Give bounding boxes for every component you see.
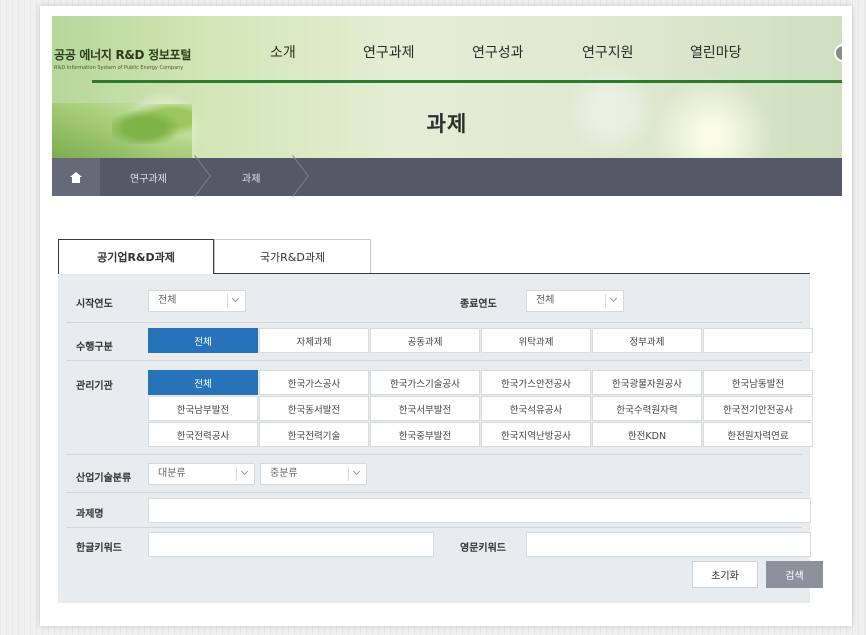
page-title: 과제	[426, 112, 468, 136]
nav-item-open-forum[interactable]: 열린마당	[690, 42, 742, 62]
agency-option[interactable]: 한국서부발전	[370, 396, 480, 421]
reset-button[interactable]: 초기화	[692, 561, 758, 588]
agency-option[interactable]: 한국남동발전	[703, 370, 813, 395]
agency-option[interactable]: 한국중부발전	[370, 422, 480, 447]
chevron-right-icon	[277, 155, 309, 197]
type-option-commissioned[interactable]: 위탁과제	[481, 328, 591, 353]
chevron-down-icon	[227, 294, 245, 308]
row-divider	[66, 492, 802, 493]
site-logo[interactable]: 공공 에너지 R&D 정보포털 R&D Information System o…	[54, 46, 191, 71]
english-keyword-label: 영문키워드	[460, 543, 506, 554]
chevron-down-icon	[236, 467, 254, 481]
industry-major-value: 대분류	[158, 468, 186, 479]
top-nav: 공공 에너지 R&D 정보포털 R&D Information System o…	[52, 16, 842, 83]
agency-option[interactable]: 한국가스안전공사	[481, 370, 591, 395]
industry-label: 산업기술분류	[76, 473, 132, 484]
row-divider	[66, 454, 802, 455]
nav-item-intro[interactable]: 소개	[270, 42, 296, 62]
english-keyword-input[interactable]	[526, 532, 811, 557]
chevron-right-icon	[179, 155, 211, 197]
end-year-select[interactable]: 전체	[526, 290, 624, 312]
search-filter-panel: 시작연도 전체 종료연도 전체 수행구분 전체 자체과제 공동과제 위탁과제 정…	[58, 273, 813, 603]
agency-option[interactable]: 한전KDN	[592, 422, 702, 447]
tab-national-rnd[interactable]: 국가R&D과제	[214, 239, 371, 273]
agency-option[interactable]: 한국남부발전	[148, 396, 258, 421]
korean-keyword-input[interactable]	[148, 532, 434, 557]
nav-item-research-projects[interactable]: 연구과제	[363, 42, 415, 62]
logo-subtitle: R&D Information System of Public Energy …	[54, 65, 184, 71]
agency-option[interactable]: 한국전기안전공사	[703, 396, 813, 421]
row-divider	[66, 360, 802, 361]
breadcrumb-item-projects[interactable]: 과제	[242, 170, 260, 185]
start-year-label: 시작연도	[76, 299, 113, 310]
nav-underline	[92, 80, 842, 83]
nav-item-research-results[interactable]: 연구성과	[472, 42, 524, 62]
agency-option[interactable]: 한국석유공사	[481, 396, 591, 421]
agency-option[interactable]: 한국전력기술	[259, 422, 369, 447]
agency-label: 관리기관	[76, 381, 113, 392]
home-icon[interactable]	[70, 171, 82, 183]
sprout-image	[112, 104, 192, 144]
row-divider	[66, 322, 802, 323]
hero-banner: 공공 에너지 R&D 정보포털 R&D Information System o…	[52, 16, 842, 158]
start-year-select[interactable]: 전체	[148, 290, 246, 312]
industry-major-select[interactable]: 대분류	[148, 463, 255, 485]
execution-type-label: 수행구분	[76, 342, 113, 353]
project-tabs: 공기업R&D과제 국가R&D과제	[58, 239, 810, 274]
industry-minor-value: 중분류	[270, 468, 298, 479]
logo-title: 공공 에너지 R&D 정보포털	[54, 48, 192, 62]
agency-option[interactable]: 한국수력원자력	[592, 396, 702, 421]
agency-option[interactable]: 전체	[148, 370, 258, 395]
chevron-down-icon	[348, 467, 366, 481]
agency-option[interactable]: 한국지역난방공사	[481, 422, 591, 447]
project-name-input[interactable]	[148, 498, 811, 523]
user-icon[interactable]	[834, 44, 842, 62]
breadcrumb: 연구과제 과제	[52, 155, 842, 197]
end-year-label: 종료연도	[460, 299, 497, 310]
project-name-label: 과제명	[76, 509, 104, 520]
end-year-value: 전체	[536, 295, 555, 306]
breadcrumb-item-research[interactable]: 연구과제	[130, 170, 167, 185]
agency-option[interactable]: 한국동서발전	[259, 396, 369, 421]
tab-public-rnd[interactable]: 공기업R&D과제	[58, 239, 214, 274]
type-option-joint[interactable]: 공동과제	[370, 328, 480, 353]
page-content: 공공 에너지 R&D 정보포털 R&D Information System o…	[52, 16, 842, 616]
type-option-empty[interactable]	[703, 328, 813, 353]
type-option-internal[interactable]: 자체과제	[259, 328, 369, 353]
agency-option[interactable]: 한국가스기술공사	[370, 370, 480, 395]
agency-option[interactable]: 한전원자력연료	[703, 422, 813, 447]
industry-minor-select[interactable]: 중분류	[260, 463, 367, 485]
nav-item-research-support[interactable]: 연구지원	[582, 42, 634, 62]
breadcrumb-home[interactable]	[52, 158, 100, 196]
chevron-down-icon	[605, 294, 623, 308]
page-frame: 공공 에너지 R&D 정보포털 R&D Information System o…	[40, 6, 852, 626]
agency-option[interactable]: 한국전력공사	[148, 422, 258, 447]
type-option-government[interactable]: 정부과제	[592, 328, 702, 353]
korean-keyword-label: 한글키워드	[76, 543, 122, 554]
agency-option[interactable]: 한국가스공사	[259, 370, 369, 395]
search-button[interactable]: 검색	[766, 561, 823, 588]
agency-option[interactable]: 한국광물자원공사	[592, 370, 702, 395]
row-divider	[66, 527, 802, 528]
start-year-value: 전체	[158, 295, 177, 306]
type-option-all[interactable]: 전체	[148, 328, 258, 353]
